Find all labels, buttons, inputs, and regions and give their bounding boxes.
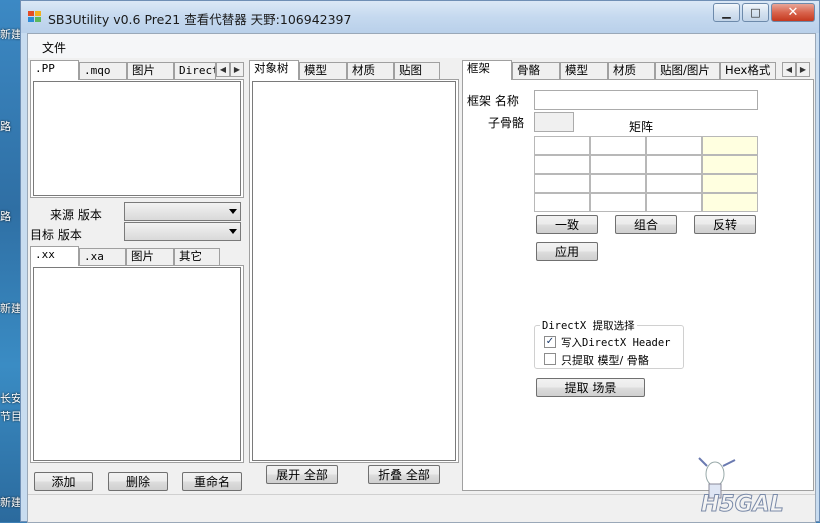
only-mesh-checkbox[interactable] xyxy=(544,353,556,365)
tab-mqo[interactable]: .mqo xyxy=(79,62,127,79)
desktop-icon-label[interactable]: 长安 xyxy=(0,390,22,406)
window-title: SB3Utility v0.6 Pre21 查看代替器 天野:106942397 xyxy=(48,12,352,27)
write-header-label: 写入DirectX Header xyxy=(561,337,671,349)
matrix-cell[interactable] xyxy=(702,174,758,193)
desktop-icon-label[interactable]: 路 xyxy=(0,118,22,134)
desktop-icon-label[interactable]: 新建 xyxy=(0,300,22,316)
pp-tab-page xyxy=(30,79,244,198)
tab-material-2[interactable]: 材质 xyxy=(608,62,655,79)
tab-frame[interactable]: 框架 xyxy=(462,60,512,80)
delete-button[interactable]: 删除 xyxy=(108,472,168,491)
tab-pp[interactable]: .PP xyxy=(30,60,79,80)
add-button[interactable]: 添加 xyxy=(34,472,93,491)
tab-texture[interactable]: 贴图 xyxy=(394,62,440,79)
matrix-cell[interactable] xyxy=(702,136,758,155)
pp-file-list[interactable] xyxy=(33,81,241,196)
tab-model-2[interactable]: 模型 xyxy=(560,62,608,79)
menu-bar: 文件 xyxy=(28,34,815,58)
matrix-cell[interactable] xyxy=(646,174,702,193)
left-top-tabstrip: .PP .mqo 图片 DirectX ◀ ▶ xyxy=(30,60,244,80)
directx-group-title: DirectX 提取选择 xyxy=(540,318,637,333)
matrix-cell[interactable] xyxy=(534,174,590,193)
matrix-cell[interactable] xyxy=(590,174,646,193)
tab-directx[interactable]: DirectX xyxy=(174,62,216,79)
combine-button[interactable]: 组合 xyxy=(615,215,677,234)
matrix-cell[interactable] xyxy=(534,155,590,174)
client-area: 文件 .PP .mqo 图片 DirectX ◀ ▶ 来源 版本 目标 版本 .… xyxy=(27,33,816,523)
xx-file-list[interactable] xyxy=(33,267,241,461)
desktop-icon-label[interactable]: 节目 xyxy=(0,408,22,424)
desktop-icon-label[interactable]: 新建 xyxy=(0,26,22,42)
desktop-icon-label[interactable]: 新建 xyxy=(0,494,22,510)
matrix-cell[interactable] xyxy=(646,155,702,174)
watermark-text: H5GAL xyxy=(701,492,784,516)
close-icon: ✕ xyxy=(787,5,799,20)
xx-tab-page xyxy=(30,265,244,463)
tab-hex[interactable]: Hex格式 xyxy=(720,62,776,79)
extract-scene-button[interactable]: 提取 场景 xyxy=(536,378,645,397)
desktop-icon-label[interactable]: 路 xyxy=(0,208,22,224)
matrix-cell[interactable] xyxy=(534,193,590,212)
apply-button[interactable]: 应用 xyxy=(536,242,598,261)
middle-tabstrip: 对象树 模型 材质 贴图 xyxy=(249,60,459,80)
tab-texture-image[interactable]: 贴图/图片 xyxy=(655,62,720,79)
matrix-cell[interactable] xyxy=(702,193,758,212)
right-tabstrip: 框架 骨骼 模型 材质 贴图/图片 Hex格式 ◀ ▶ xyxy=(462,60,814,80)
close-button[interactable]: ✕ xyxy=(771,3,815,22)
minimize-icon: ▁ xyxy=(722,6,731,19)
collapse-all-button[interactable]: 折叠 全部 xyxy=(368,465,440,484)
object-tree-view[interactable] xyxy=(252,81,456,461)
tab-bone[interactable]: 骨骼 xyxy=(512,62,560,79)
tab-image-2[interactable]: 图片 xyxy=(126,248,174,265)
tab-image[interactable]: 图片 xyxy=(127,62,174,79)
matrix-cell[interactable] xyxy=(590,193,646,212)
child-bones-label: 子骨骼 xyxy=(488,116,525,130)
tab-scroll-right-icon[interactable]: ▶ xyxy=(796,62,810,77)
tab-material[interactable]: 材质 xyxy=(347,62,394,79)
minimize-button[interactable]: ▁ xyxy=(713,3,740,22)
title-bar[interactable]: SB3Utility v0.6 Pre21 查看代替器 天野:106942397… xyxy=(21,1,819,33)
matrix-cell[interactable] xyxy=(534,136,590,155)
matrix-cell[interactable] xyxy=(590,136,646,155)
identity-button[interactable]: 一致 xyxy=(536,215,598,234)
tab-object-tree[interactable]: 对象树 xyxy=(249,60,299,80)
target-version-select[interactable] xyxy=(124,222,241,241)
matrix-cell[interactable] xyxy=(590,155,646,174)
matrix-label: 矩阵 xyxy=(629,120,654,134)
tab-xx[interactable]: .xx xyxy=(30,246,79,266)
frame-name-label: 框架 名称 xyxy=(467,94,519,108)
matrix-cell[interactable] xyxy=(702,155,758,174)
menu-file[interactable]: 文件 xyxy=(42,39,66,56)
chevron-down-icon xyxy=(229,209,237,214)
maximize-button[interactable]: □ xyxy=(742,3,769,22)
chevron-down-icon xyxy=(229,229,237,234)
frame-name-input[interactable] xyxy=(534,90,758,110)
left-bottom-tabstrip: .xx .xa 图片 其它 xyxy=(30,246,244,266)
tab-scroll-left-icon[interactable]: ◀ xyxy=(216,62,230,77)
rename-button[interactable]: 重命名 xyxy=(182,472,242,491)
source-version-label: 来源 版本 xyxy=(50,208,102,222)
source-version-select[interactable] xyxy=(124,202,241,221)
app-icon xyxy=(28,11,42,23)
app-window: SB3Utility v0.6 Pre21 查看代替器 天野:106942397… xyxy=(20,0,820,523)
target-version-label: 目标 版本 xyxy=(30,228,82,242)
tab-scroll-right-icon[interactable]: ▶ xyxy=(230,62,244,77)
matrix-cell[interactable] xyxy=(646,193,702,212)
watermark-logo: H5GAL xyxy=(698,457,784,516)
directx-options-group: DirectX 提取选择 ✓ 写入DirectX Header 只提取 模型/ … xyxy=(534,318,684,369)
tab-scroll-left-icon[interactable]: ◀ xyxy=(782,62,796,77)
matrix-cell[interactable] xyxy=(646,136,702,155)
object-tree-tab-page xyxy=(249,79,459,463)
tab-model[interactable]: 模型 xyxy=(299,62,347,79)
only-mesh-label: 只提取 模型/ 骨骼 xyxy=(561,354,649,367)
frame-tab-page: 框架 名称 子骨骼 矩阵 一致 组合 反转 应用 DirectX 提取选择 ✓ … xyxy=(462,79,814,491)
maximize-icon: □ xyxy=(750,6,761,19)
expand-all-button[interactable]: 展开 全部 xyxy=(266,465,338,484)
tab-xa[interactable]: .xa xyxy=(79,248,126,265)
invert-button[interactable]: 反转 xyxy=(694,215,756,234)
child-bones-field xyxy=(534,112,574,132)
write-header-checkbox[interactable]: ✓ xyxy=(544,336,556,348)
tab-other[interactable]: 其它 xyxy=(174,248,220,265)
